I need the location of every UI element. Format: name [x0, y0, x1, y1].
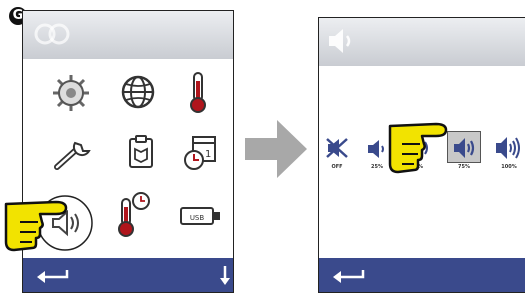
pointing-hand-icon	[4, 200, 68, 252]
volume-100-label: 100%	[501, 164, 517, 170]
wrench-icon[interactable]	[53, 137, 93, 171]
speaker-header-icon	[329, 29, 351, 53]
volume-75-icon	[454, 138, 475, 158]
pointing-hand-icon	[388, 122, 448, 174]
bottom-bar	[319, 258, 525, 292]
calendar-clock-icon[interactable]: 1	[183, 133, 219, 171]
volume-off-label: OFF	[331, 164, 343, 170]
bottom-bar	[23, 258, 233, 292]
back-arrow-icon[interactable]	[331, 268, 365, 284]
back-arrow-icon[interactable]	[35, 268, 69, 284]
volume-off-icon[interactable]	[324, 136, 350, 160]
top-bar	[23, 11, 233, 59]
scroll-down-arrow-icon[interactable]	[219, 264, 231, 286]
settings-gear-icon[interactable]	[51, 73, 91, 113]
usb-label: USB	[190, 214, 205, 222]
top-bar	[319, 18, 525, 66]
svg-text:1: 1	[205, 149, 211, 160]
transition-arrow-icon	[245, 120, 307, 178]
thermometer-clock-icon[interactable]	[115, 191, 153, 239]
clipboard-icon[interactable]	[128, 135, 154, 169]
volume-75-label: 75%	[458, 164, 470, 170]
usb-icon[interactable]: USB	[179, 205, 223, 227]
volume-100-icon[interactable]	[493, 134, 523, 162]
settings-gear-faded-icon	[34, 23, 70, 45]
globe-icon[interactable]	[120, 74, 156, 110]
thermometer-icon[interactable]	[187, 71, 209, 113]
